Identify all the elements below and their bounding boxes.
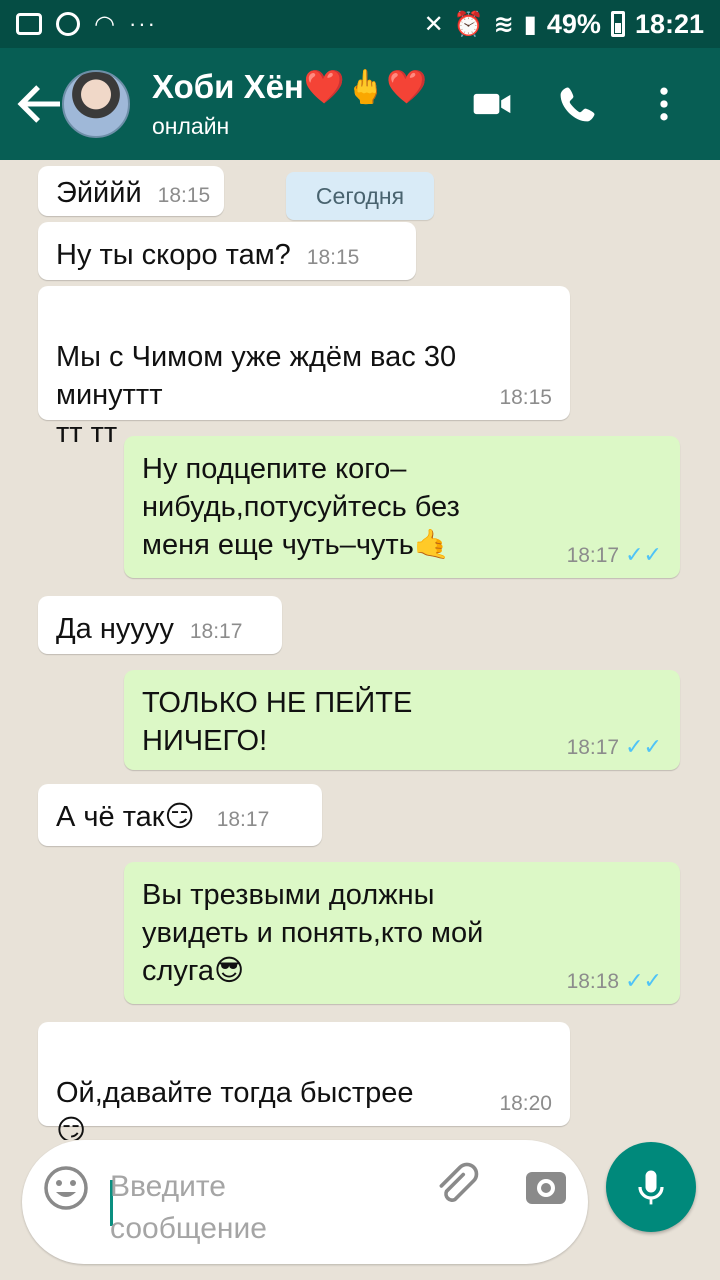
message-text: Ну подцепите кого–нибудь,потусуйтесь без…	[142, 453, 460, 561]
message-time: 18:17	[566, 544, 620, 567]
message-time: 18:18	[566, 970, 620, 993]
message-time: 18:17	[189, 620, 243, 643]
message-text: Ой,давайте тогда быстрее 😏	[56, 1077, 414, 1140]
message-time: 18:17	[216, 808, 270, 831]
rss-icon: ◠	[94, 10, 115, 38]
message-incoming[interactable]: Да нуууу 18:17	[38, 596, 282, 654]
gallery-icon	[16, 13, 42, 35]
message-text: А чё так😏	[56, 801, 195, 833]
message-outgoing[interactable]: Вы трезвыми должны увидеть и понять,кто …	[124, 862, 680, 1004]
message-meta: 18:18 ✓✓	[567, 969, 662, 994]
message-incoming[interactable]: Мы с Чимом уже ждём вас 30 минуттт тт тт…	[38, 286, 570, 449]
message-composer[interactable]: Введите сообщение	[22, 1140, 588, 1264]
read-ticks-icon: ✓✓	[625, 968, 662, 993]
message-text: Мы с Чимом уже ждём вас 30 минуттт тт тт	[56, 341, 457, 449]
voice-call-button[interactable]	[554, 80, 602, 128]
message-incoming[interactable]: Ну ты скоро там? 18:15	[38, 222, 416, 280]
message-incoming[interactable]: Эйййй 18:15	[38, 166, 224, 216]
message-input[interactable]: Введите сообщение	[110, 1166, 350, 1250]
microphone-icon	[638, 1170, 664, 1205]
phone-icon	[560, 87, 595, 122]
message-text: Да нуууу	[56, 613, 174, 645]
clock: 18:21	[634, 8, 704, 39]
message-text: ТОЛЬКО НЕ ПЕЙТЕ НИЧЕГО!	[142, 687, 413, 757]
message-incoming[interactable]: А чё так😏 18:17	[38, 784, 322, 846]
message-text: Вы трезвыми должны увидеть и понять,кто …	[142, 879, 484, 987]
message-list[interactable]: Эйййй 18:15 Сегодня Ну ты скоро там? 18:15…	[0, 160, 720, 1140]
message-incoming[interactable]: Ой,давайте тогда быстрее 😏 18:20	[38, 1022, 570, 1140]
contact-name: Хоби Хён❤️🖕❤️	[152, 68, 428, 105]
wifi-icon: ≋	[493, 10, 514, 38]
message-meta: 18:17 ✓✓	[567, 543, 662, 568]
contact-info[interactable]: Хоби Хён❤️🖕❤️ онлайн	[152, 67, 427, 141]
mute-icon: ✕	[423, 10, 444, 38]
message-meta: 18:17 ✓✓	[567, 735, 662, 760]
read-ticks-icon: ✓✓	[625, 734, 662, 759]
message-text: Эйййй	[56, 177, 142, 209]
read-ticks-icon: ✓✓	[625, 542, 662, 567]
message-outgoing[interactable]: Ну подцепите кого–нибудь,потусуйтесь без…	[124, 436, 680, 578]
video-call-button[interactable]	[468, 80, 516, 128]
message-time: 18:17	[566, 736, 620, 759]
contact-status: онлайн	[152, 113, 230, 139]
back-arrow-icon[interactable]	[10, 74, 70, 134]
camera-icon[interactable]	[522, 1162, 570, 1210]
message-time: 18:15	[499, 386, 552, 409]
avatar[interactable]	[62, 70, 130, 138]
battery-icon	[610, 11, 625, 37]
more-vert-icon	[660, 87, 668, 121]
paperclip-icon[interactable]	[432, 1162, 482, 1212]
signal-icon: ▮	[523, 10, 537, 38]
instagram-icon	[56, 12, 80, 36]
menu-button[interactable]	[640, 80, 688, 128]
status-bar: ◠ ··· ✕ ⏰ ≋ ▮ 49% 18:21	[0, 0, 720, 48]
message-outgoing[interactable]: ТОЛЬКО НЕ ПЕЙТЕ НИЧЕГО! 18:17 ✓✓	[124, 670, 680, 770]
smiley-icon[interactable]	[42, 1164, 90, 1212]
alarm-icon: ⏰	[453, 10, 484, 38]
date-divider: Сегодня	[286, 172, 434, 220]
message-time: 18:15	[157, 184, 211, 207]
battery-percent: 49%	[546, 8, 601, 39]
message-time: 18:15	[306, 246, 360, 269]
voice-record-button[interactable]	[606, 1142, 696, 1232]
video-camera-icon	[473, 93, 511, 115]
message-text: Ну ты скоро там?	[56, 239, 291, 271]
chat-header: Хоби Хён❤️🖕❤️ онлайн	[0, 48, 720, 160]
more-notifications-icon: ···	[128, 11, 157, 36]
message-time: 18:20	[499, 1092, 552, 1115]
